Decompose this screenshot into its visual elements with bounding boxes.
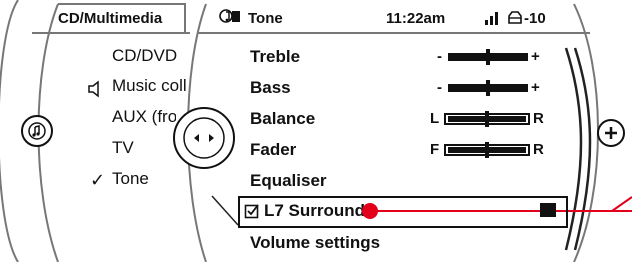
menu-item-l7-surround[interactable]: L7 Surround xyxy=(264,201,370,221)
bass-plus-label: + xyxy=(531,79,540,96)
treble-plus-label: + xyxy=(531,48,540,65)
treble-minus-label: - xyxy=(437,48,442,65)
music-note-icon xyxy=(218,8,242,30)
music-button[interactable] xyxy=(20,114,54,148)
car-temp-icon xyxy=(506,9,524,27)
header-title: Tone xyxy=(248,10,283,27)
balance-slider[interactable] xyxy=(444,111,530,127)
left-item-music-collection[interactable]: Music colle xyxy=(112,76,186,96)
treble-slider[interactable] xyxy=(448,49,528,65)
menu-item-equaliser[interactable]: Equaliser xyxy=(250,171,327,191)
left-item-tone[interactable]: Tone xyxy=(112,169,149,189)
bass-minus-label: - xyxy=(437,79,442,96)
menu-item-treble[interactable]: Treble xyxy=(250,47,300,67)
menu-item-volume-settings[interactable]: Volume settings xyxy=(250,233,380,253)
fader-r-label: R xyxy=(533,141,544,158)
scrollbar[interactable] xyxy=(566,48,594,250)
controller-knob[interactable] xyxy=(172,106,236,170)
balance-l-label: L xyxy=(430,110,440,127)
header-temp-value: -10 xyxy=(524,10,546,27)
callout-marker xyxy=(362,203,378,219)
menu-item-fader[interactable]: Fader xyxy=(250,140,296,160)
menu-item-bass[interactable]: Bass xyxy=(250,78,291,98)
bass-slider[interactable] xyxy=(448,80,528,96)
fader-slider[interactable] xyxy=(444,142,530,158)
left-item-aux[interactable]: AUX (fro xyxy=(112,107,176,127)
header-time: 11:22am xyxy=(386,10,446,27)
checkbox-state-indicator xyxy=(540,203,556,217)
music-note-icon xyxy=(21,115,53,147)
left-item-cd-dvd[interactable]: CD/DVD xyxy=(112,46,177,66)
speaker-icon xyxy=(86,79,106,99)
plus-button[interactable] xyxy=(596,118,626,148)
balance-r-label: R xyxy=(533,110,544,127)
plus-icon xyxy=(597,119,625,147)
checkbox-icon xyxy=(244,203,260,219)
controller-arrows-icon xyxy=(173,107,235,169)
left-panel-title: CD/Multimedia xyxy=(58,10,163,27)
left-item-tv[interactable]: TV xyxy=(112,138,134,158)
menu-item-balance[interactable]: Balance xyxy=(250,109,315,129)
fader-f-label: F xyxy=(430,141,440,158)
check-icon: ✓ xyxy=(90,170,106,190)
signal-strength-icon xyxy=(484,10,500,26)
